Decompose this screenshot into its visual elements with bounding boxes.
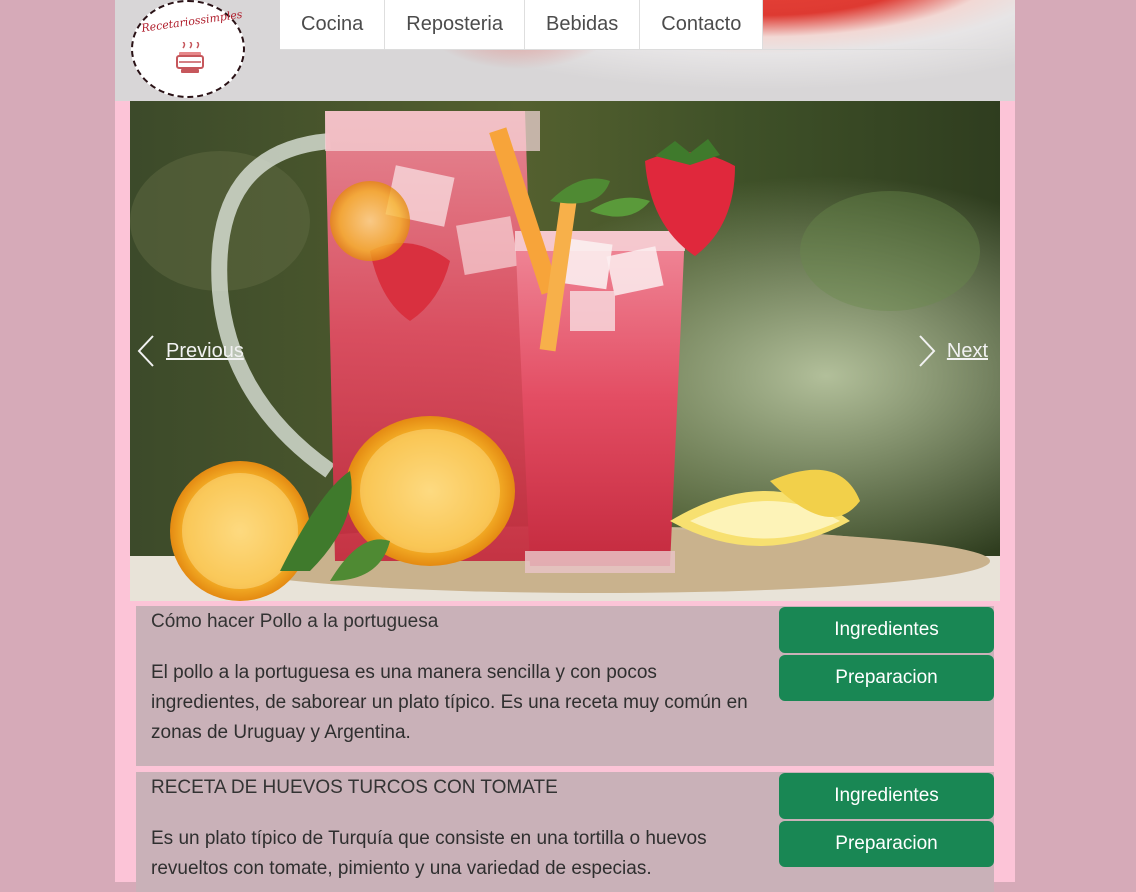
recipe-title: Cómo hacer Pollo a la portuguesa [151, 611, 439, 632]
page-container: Recetariossimples Cocina Reposteria Bebi… [115, 0, 1015, 892]
site-logo[interactable]: Recetariossimples [131, 0, 245, 98]
nav-item-bebidas[interactable]: Bebidas [524, 0, 641, 49]
nav-item-cocina[interactable]: Cocina [280, 0, 386, 49]
ingredients-button[interactable]: Ingredientes [779, 607, 994, 653]
header-banner: Recetariossimples Cocina Reposteria Bebi… [115, 0, 1015, 101]
nav-item-reposteria[interactable]: Reposteria [385, 0, 525, 49]
nav-item-contacto[interactable]: Contacto [640, 0, 764, 49]
chevron-left-icon [137, 335, 154, 367]
carousel-prev-label: Previous [166, 339, 244, 362]
recipe-card: RECETA DE HUEVOS TURCOS CON TOMATE Es un… [136, 772, 994, 892]
image-carousel: Previous Next [130, 101, 1000, 601]
preparation-button[interactable]: Preparacion [779, 821, 994, 867]
carousel-next-button[interactable]: Next [917, 331, 988, 371]
recipe-card: Cómo hacer Pollo a la portuguesa El poll… [136, 606, 994, 766]
logo-text: Recetariossimples [140, 7, 244, 35]
preparation-button[interactable]: Preparacion [779, 655, 994, 701]
recipe-title: RECETA DE HUEVOS TURCOS CON TOMATE [151, 777, 558, 798]
main-nav: Cocina Reposteria Bebidas Contacto [280, 0, 1000, 50]
ingredients-button[interactable]: Ingredientes [779, 773, 994, 819]
carousel-next-label: Next [946, 339, 988, 362]
cooking-pot-icon [176, 42, 204, 73]
carousel-prev-button[interactable]: Previous [136, 331, 244, 371]
recipe-description: Es un plato típico de Turquía que consis… [151, 828, 707, 879]
carousel-image-drinks [130, 101, 1000, 601]
chevron-right-icon [919, 335, 936, 367]
recipe-description: El pollo a la portuguesa es una manera s… [151, 662, 748, 743]
